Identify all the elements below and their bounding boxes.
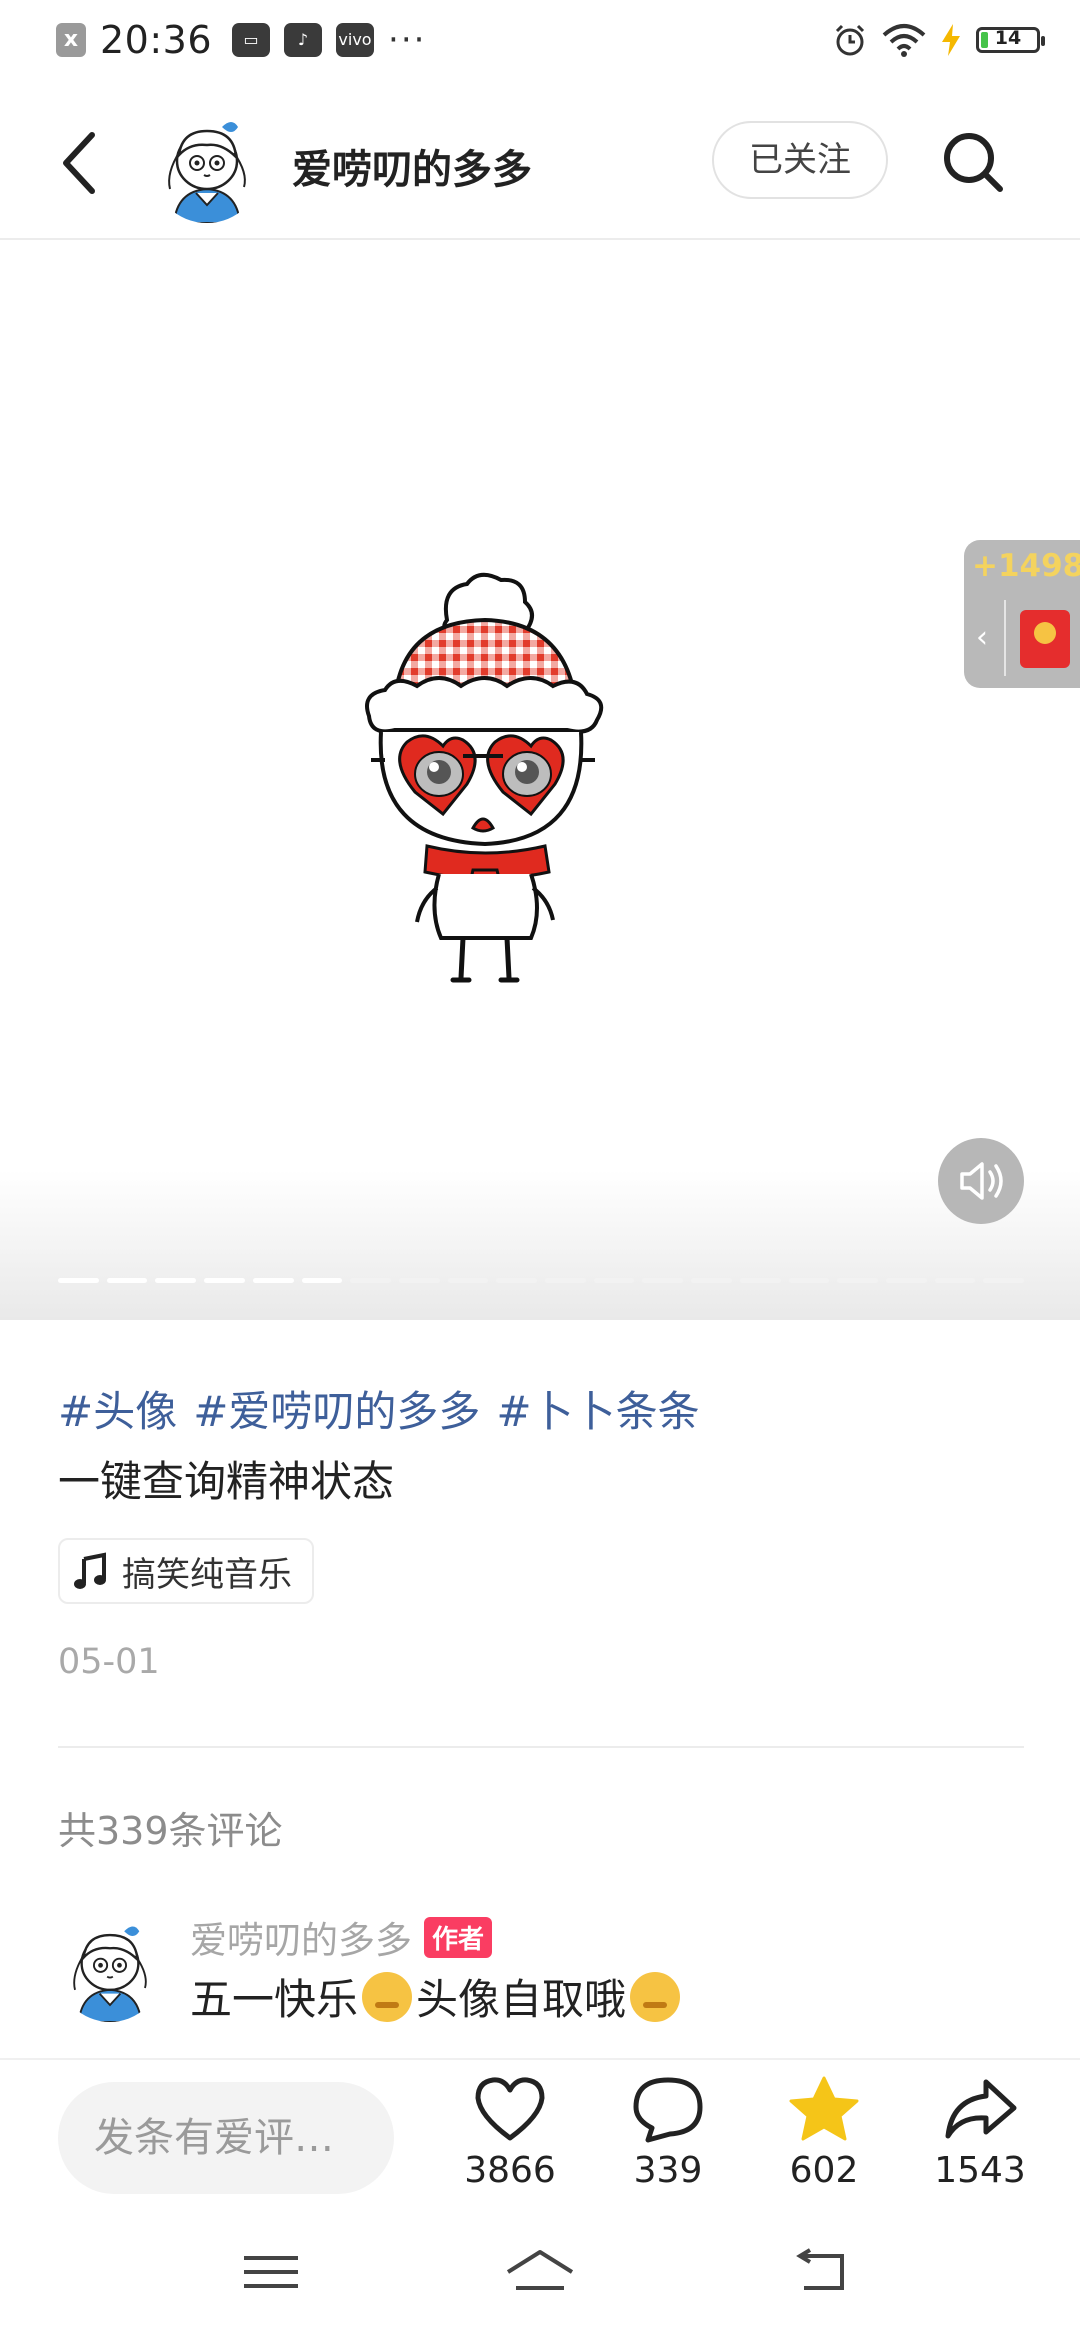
hashtag-link[interactable]: #爱唠叨的多多 — [193, 1378, 480, 1439]
progress-segment — [837, 1278, 878, 1283]
progress-segment — [301, 1278, 343, 1283]
media-viewer[interactable]: +1498 ‹ — [0, 240, 1080, 1320]
commenter-name[interactable]: 爱唠叨的多多 — [190, 1910, 412, 1964]
wifi-icon — [882, 24, 926, 57]
more-notifications-icon: ··· — [388, 20, 427, 60]
progress-segment — [739, 1278, 781, 1283]
comment-button[interactable]: 339 — [608, 2074, 728, 2191]
hashtag-link[interactable]: #卜卜条条 — [496, 1378, 699, 1439]
sound-toggle-button[interactable] — [938, 1138, 1024, 1224]
commenter-name-row: 爱唠叨的多多 作者 — [190, 1910, 493, 1964]
notification-icon: x — [56, 23, 86, 57]
charging-icon — [942, 24, 960, 56]
progress-segment — [642, 1278, 684, 1283]
like-count: 3866 — [464, 2150, 556, 2191]
red-envelope-icon — [1020, 610, 1070, 668]
music-title: 搞笑纯音乐 — [122, 1554, 292, 1595]
author-badge: 作者 — [424, 1916, 493, 1958]
progress-segment — [398, 1278, 440, 1283]
status-time: 20:36 — [100, 18, 213, 62]
post-description: 一键查询精神状态 — [58, 1457, 395, 1506]
favorite-count: 602 — [789, 2150, 859, 2191]
comment-count: 339 — [633, 2150, 703, 2191]
comment-bubble-icon — [633, 2077, 703, 2143]
battery-level: 14 — [994, 27, 1022, 49]
menu-icon[interactable] — [232, 2242, 312, 2302]
system-navigation-bar — [0, 2210, 1080, 2340]
tiktok-icon: ♪ — [284, 23, 323, 57]
commenter-avatar[interactable] — [58, 1918, 162, 2022]
comment-input[interactable]: 发条有爱评… — [58, 2082, 394, 2194]
progress-segment — [155, 1278, 197, 1283]
progress-segment — [545, 1278, 586, 1283]
star-icon — [789, 2076, 859, 2141]
progress-segment — [593, 1278, 635, 1283]
progress-segment — [885, 1278, 927, 1283]
music-note-icon — [74, 1552, 106, 1589]
media-progress-bar — [58, 1278, 1025, 1284]
smirk-emoji-icon — [362, 1971, 413, 2022]
post-header: 爱唠叨的多多 已关注 — [0, 95, 1080, 240]
comment-text: 五一快乐 头像自取哦 — [190, 1966, 681, 2027]
heart-icon — [475, 2077, 545, 2141]
home-icon[interactable] — [500, 2242, 580, 2302]
chevron-left-icon: ‹ — [976, 620, 988, 655]
comment-text-part: 头像自取哦 — [416, 1975, 627, 2024]
red-packet-reward[interactable]: +1498 ‹ — [964, 540, 1080, 688]
back-nav-icon[interactable] — [784, 2242, 864, 2302]
post-date: 05-01 — [58, 1642, 160, 1682]
hashtag-link[interactable]: #头像 — [58, 1378, 177, 1439]
share-button[interactable]: 1543 — [920, 2074, 1040, 2191]
bottom-action-bar: 发条有爱评… 3866 339 602 1543 — [0, 2058, 1080, 2204]
progress-segment — [496, 1278, 538, 1283]
progress-segment — [204, 1278, 245, 1283]
progress-segment — [983, 1278, 1025, 1283]
progress-segment — [691, 1278, 732, 1283]
progress-segment — [106, 1278, 148, 1283]
progress-segment — [252, 1278, 294, 1283]
alarm-icon — [835, 24, 865, 56]
favorite-button[interactable]: 602 — [764, 2074, 884, 2191]
vivo-icon: vivo — [336, 23, 375, 57]
follow-button[interactable]: 已关注 — [712, 121, 888, 199]
music-tag[interactable]: 搞笑纯音乐 — [58, 1538, 314, 1604]
author-name[interactable]: 爱唠叨的多多 — [292, 137, 532, 195]
search-icon[interactable] — [938, 127, 1008, 197]
media-bottom-fade — [0, 1170, 1080, 1320]
cartoon-illustration — [365, 572, 604, 983]
progress-segment — [447, 1278, 489, 1283]
share-arrow-icon — [945, 2079, 1017, 2139]
like-button[interactable]: 3866 — [450, 2074, 570, 2191]
card-icon: ▭ — [232, 23, 271, 57]
status-bar: x 20:36 ▭ ♪ vivo ··· 14 — [0, 0, 1080, 90]
divider — [58, 1746, 1024, 1748]
progress-segment — [350, 1278, 391, 1283]
reward-count: +1498 — [972, 548, 1080, 584]
comment-count-label: 共339条评论 — [58, 1809, 283, 1853]
comment-item[interactable]: 爱唠叨的多多 作者 五一快乐 头像自取哦 — [58, 1900, 1024, 2024]
progress-segment — [934, 1278, 976, 1283]
progress-segment — [58, 1278, 99, 1283]
back-arrow-icon[interactable] — [50, 123, 110, 203]
flushed-emoji-icon — [630, 1971, 681, 2022]
author-avatar[interactable] — [152, 113, 262, 223]
comment-text-part: 五一快乐 — [190, 1975, 359, 2024]
progress-segment — [788, 1278, 830, 1283]
battery-icon: 14 — [976, 27, 1045, 53]
speaker-icon — [960, 1162, 1003, 1200]
hashtag-list: #头像 #爱唠叨的多多 #卜卜条条 — [58, 1378, 700, 1439]
share-count: 1543 — [934, 2150, 1026, 2191]
